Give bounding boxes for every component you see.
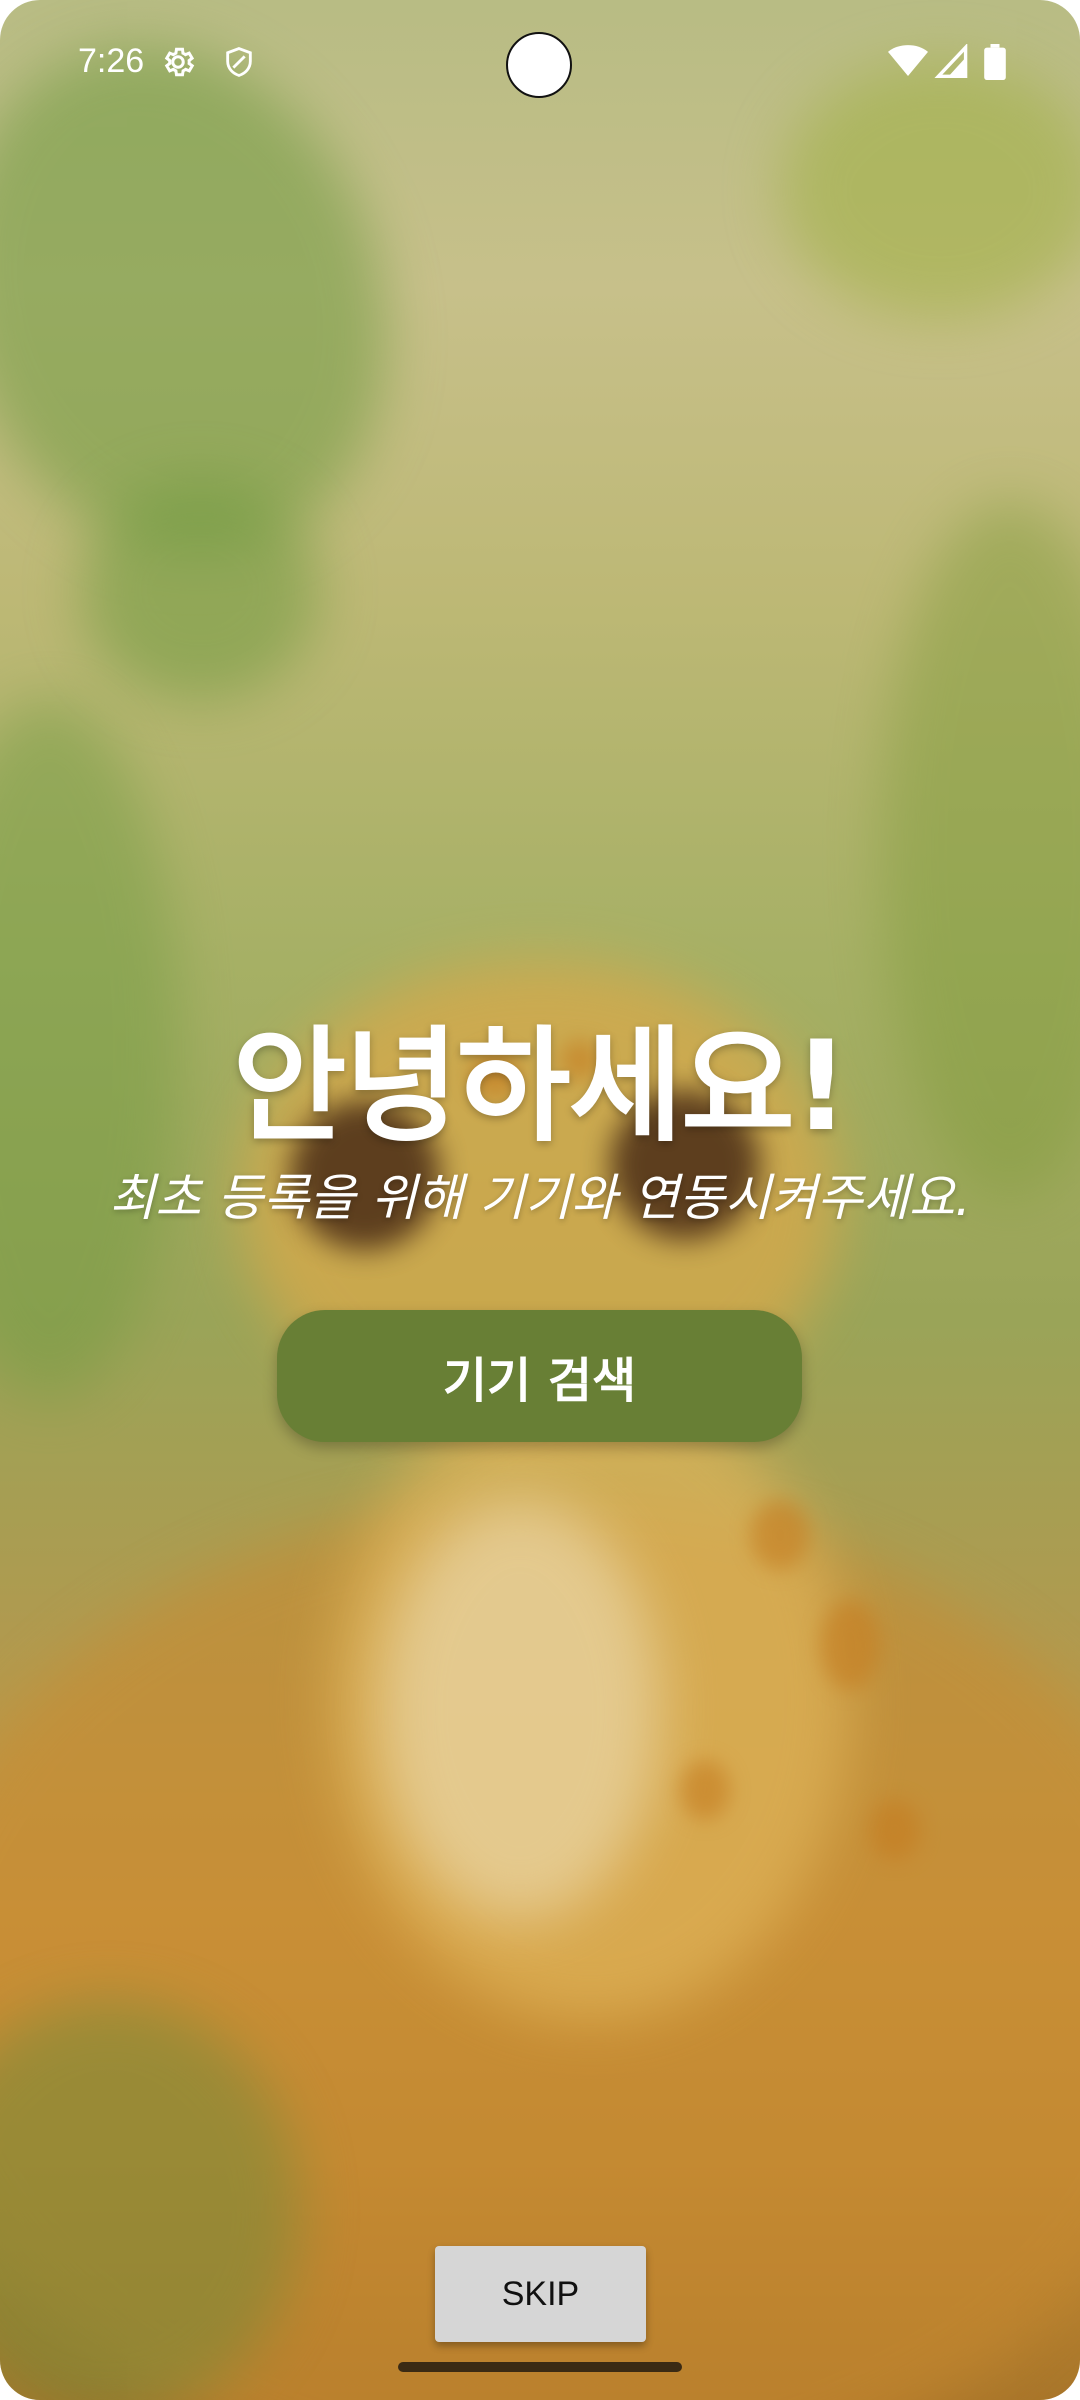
front-camera [506,32,572,98]
onboarding-screen: 7:26 안녕하세요! 최초 등록을 위해 기기와 연동시켜주세요. 기기 검색… [0,0,1080,2400]
shield-icon [222,44,256,84]
status-time: 7:26 [78,42,145,80]
status-bar: 7:26 [0,0,1080,130]
battery-icon [984,44,1006,84]
wifi-icon [888,44,928,82]
gesture-nav-handle[interactable] [398,2362,682,2372]
gear-icon [160,44,196,84]
greeting-title: 안녕하세요! [232,1015,850,1159]
skip-button[interactable]: SKIP [435,2246,646,2342]
subtitle-text: 최초 등록을 위해 기기와 연동시켜주세요. [109,1169,971,1227]
search-device-button[interactable]: 기기 검색 [277,1310,802,1442]
signal-icon [934,43,970,82]
